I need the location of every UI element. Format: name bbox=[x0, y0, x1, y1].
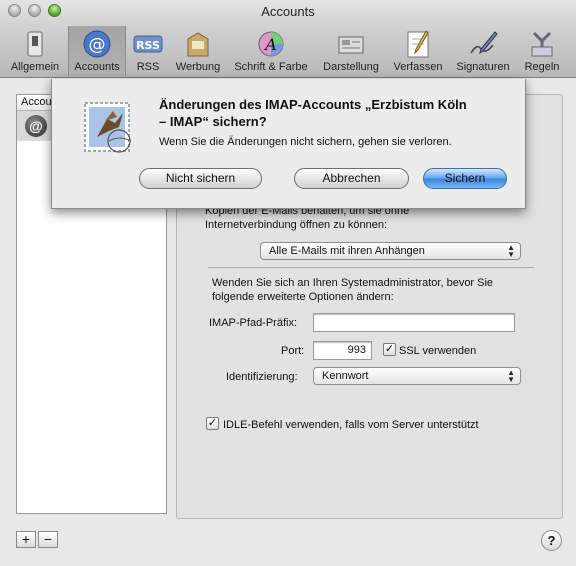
save-button[interactable]: Sichern bbox=[423, 168, 507, 189]
window-title: Accounts bbox=[261, 4, 315, 19]
sheet-message: Wenn Sie die Änderungen nicht sichern, g… bbox=[159, 136, 452, 148]
mail-stamp-icon bbox=[84, 102, 132, 153]
add-account-button[interactable]: + bbox=[16, 531, 36, 548]
keep-copies-popup[interactable]: Alle E-Mails mit ihren Anhängen ▲ ▼ bbox=[260, 242, 521, 260]
toolbar-label: Verfassen bbox=[393, 61, 443, 73]
sheet-title: Änderungen des IMAP-Accounts „Erzbistum … bbox=[159, 96, 514, 130]
save-changes-sheet: Änderungen des IMAP-Accounts „Erzbistum … bbox=[51, 79, 526, 209]
toolbar-item-composing[interactable]: Verfassen bbox=[388, 26, 448, 76]
compose-icon bbox=[407, 30, 429, 58]
imap-prefix-label: IMAP-Pfad-Präfix: bbox=[209, 317, 298, 329]
port-label: Port: bbox=[281, 345, 305, 357]
signature-icon bbox=[470, 31, 498, 55]
svg-text:A: A bbox=[263, 35, 277, 54]
admin-note-2: folgende erweiterte Optionen ändern: bbox=[212, 291, 394, 303]
junk-mail-icon bbox=[187, 32, 209, 57]
toolbar-label: Schrift & Farbe bbox=[234, 61, 308, 73]
auth-popup[interactable]: Kennwort ▲ ▼ bbox=[313, 367, 521, 385]
toolbar-label: Regeln bbox=[524, 61, 560, 73]
dont-save-button[interactable]: Nicht sichern bbox=[139, 168, 262, 189]
toolbar-item-rss[interactable]: RSS RSS bbox=[128, 26, 168, 76]
toolbar-item-general[interactable]: Allgemein bbox=[4, 26, 66, 76]
auth-value: Kennwort bbox=[322, 370, 369, 382]
viewing-icon bbox=[338, 36, 364, 54]
popup-arrows-icon: ▲ ▼ bbox=[507, 368, 515, 384]
port-field[interactable]: 993 bbox=[313, 341, 372, 360]
sheet-title-line-2: – IMAP“ sichern? bbox=[159, 114, 267, 129]
auth-label: Identifizierung: bbox=[226, 371, 298, 383]
idle-checkbox[interactable]: ✓ bbox=[206, 417, 219, 430]
help-button[interactable]: ? bbox=[541, 530, 562, 551]
toolbar-item-rules[interactable]: Regeln bbox=[518, 26, 566, 76]
rules-icon bbox=[531, 31, 553, 57]
svg-text:@: @ bbox=[89, 35, 106, 55]
separator bbox=[208, 267, 534, 268]
toolbar-item-accounts[interactable]: @ Accounts bbox=[68, 26, 126, 76]
idle-label: IDLE-Befehl verwenden, falls vom Server … bbox=[223, 419, 479, 431]
admin-note-1: Wenden Sie sich an Ihren Systemadministr… bbox=[212, 277, 494, 289]
ssl-checkbox[interactable]: ✓ bbox=[383, 343, 396, 356]
toolbar-item-fonts-colors[interactable]: A Schrift & Farbe bbox=[229, 26, 313, 76]
toolbar-label: Signaturen bbox=[456, 61, 510, 73]
toolbar-item-signatures[interactable]: Signaturen bbox=[450, 26, 516, 76]
toolbar-label: Darstellung bbox=[323, 61, 379, 73]
cancel-button[interactable]: Abbrechen bbox=[294, 168, 409, 189]
remove-account-button[interactable]: − bbox=[38, 531, 58, 548]
toolbar-label: Werbung bbox=[175, 61, 221, 73]
at-sign-icon: @ bbox=[83, 30, 111, 58]
imap-prefix-field[interactable] bbox=[313, 313, 515, 332]
sheet-title-line-1: Änderungen des IMAP-Accounts „Erzbistum … bbox=[159, 97, 467, 112]
toolbar-label: Allgemein bbox=[10, 61, 60, 73]
toolbar-item-junk[interactable]: Werbung bbox=[170, 26, 226, 76]
keep-copies-text-2: Internetverbindung öffnen zu können: bbox=[205, 219, 388, 231]
popup-arrows-icon: ▲ ▼ bbox=[507, 243, 515, 259]
svg-text:RSS: RSS bbox=[136, 39, 160, 52]
toolbar-item-viewing[interactable]: Darstellung bbox=[318, 26, 384, 76]
keep-copies-value: Alle E-Mails mit ihren Anhängen bbox=[269, 245, 425, 257]
window-toolbar: Accounts Allgemein @ Accounts RSS RSS We… bbox=[0, 0, 576, 78]
toolbar-label: RSS bbox=[136, 61, 160, 73]
font-color-icon: A bbox=[258, 31, 284, 57]
switch-icon bbox=[27, 31, 43, 57]
toolbar-label: Accounts bbox=[74, 61, 120, 73]
ssl-label: SSL verwenden bbox=[399, 345, 477, 357]
imap-account-icon: @ bbox=[25, 115, 47, 137]
rss-icon: RSS bbox=[133, 35, 163, 53]
